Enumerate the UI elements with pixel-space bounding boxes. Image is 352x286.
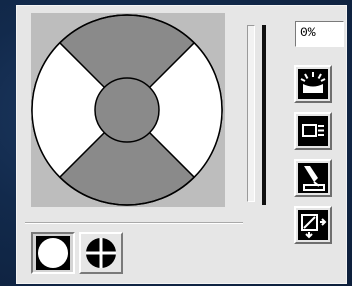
circle-shape-button[interactable] — [31, 232, 75, 274]
crosshair-circle-icon — [86, 238, 116, 268]
white-circle-icon — [36, 236, 70, 270]
slider-track[interactable] — [247, 25, 255, 202]
layout-tool-button[interactable] — [294, 112, 332, 150]
pencil-icon — [303, 166, 325, 191]
panel-lines-icon — [302, 124, 324, 137]
resize-tool-button[interactable] — [294, 206, 332, 244]
divider — [25, 222, 243, 224]
value-field[interactable]: 0% — [295, 21, 344, 47]
pencil-tool-button[interactable] — [294, 159, 332, 197]
light-burst-icon — [300, 72, 326, 93]
shape-preview — [31, 13, 225, 207]
preview-wheel — [31, 14, 223, 206]
slider-thumb[interactable] — [262, 25, 266, 205]
settings-panel: 0% — [16, 5, 347, 284]
crosshair-shape-button[interactable] — [79, 232, 123, 274]
light-tool-button[interactable] — [294, 65, 332, 103]
resize-arrows-icon — [301, 214, 327, 239]
